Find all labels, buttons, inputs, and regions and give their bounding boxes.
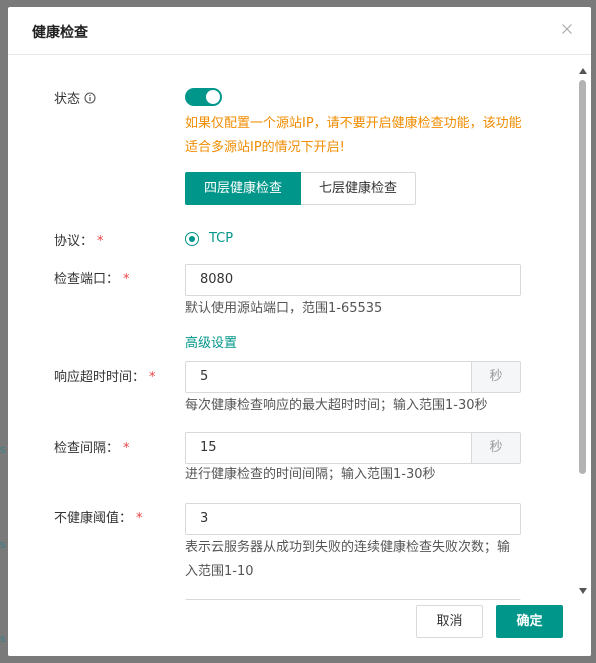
scroll-up-arrow-icon[interactable] — [579, 68, 587, 74]
timeout-unit: 秒 — [471, 361, 521, 393]
info-icon[interactable] — [84, 92, 96, 104]
required-mark: * — [97, 234, 104, 249]
scroll-down-arrow-icon[interactable] — [579, 588, 587, 594]
dialog-title: 健康检查 — [32, 25, 88, 41]
close-icon[interactable] — [559, 21, 575, 37]
protocol-label-text: 协议： — [54, 234, 94, 249]
backdrop-text: s — [0, 538, 6, 551]
timeout-hint: 每次健康检查响应的最大超时时间；输入范围1-30秒 — [185, 398, 488, 413]
backdrop-text: s — [0, 632, 6, 645]
interval-unit: 秒 — [471, 432, 521, 464]
dialog-body: 状态 如果仅配置一个源站IP，请不要开启健康检查功能，该功能适合多源站IP的情况… — [8, 56, 574, 600]
required-mark: * — [136, 511, 143, 526]
unhealthy-threshold-label: 不健康阈值： * — [54, 507, 143, 526]
port-input[interactable]: 8080 — [185, 264, 521, 296]
timeout-label-text: 响应超时时间： — [54, 370, 146, 385]
protocol-label: 协议： * — [54, 230, 104, 249]
status-warning: 如果仅配置一个源站IP，请不要开启健康检查功能，该功能适合多源站IP的情况下开启… — [185, 116, 522, 155]
status-toggle[interactable] — [185, 88, 222, 106]
timeout-input[interactable]: 5 — [185, 361, 471, 393]
tcp-radio[interactable] — [185, 232, 199, 246]
interval-hint: 进行健康检查的时间间隔；输入范围1-30秒 — [185, 467, 436, 482]
advanced-settings-link[interactable]: 高级设置 — [185, 332, 237, 351]
required-mark: * — [149, 370, 156, 385]
tcp-radio-label[interactable]: TCP — [209, 231, 233, 246]
dialog-footer: 取消 确定 — [8, 600, 591, 656]
interval-label-text: 检查间隔： — [54, 441, 120, 456]
backdrop-text: s — [0, 443, 6, 456]
cancel-button[interactable]: 取消 — [416, 605, 483, 638]
interval-label: 检查间隔： * — [54, 437, 130, 456]
timeout-label: 响应超时时间： * — [54, 366, 156, 385]
toggle-knob — [206, 90, 220, 104]
unhealthy-threshold-hint: 表示云服务器从成功到失败的连续健康检查失败次数；输入范围1-10 — [185, 540, 511, 579]
layer-tabs: 四层健康检查 七层健康检查 — [185, 172, 417, 205]
status-label-text: 状态 — [54, 92, 81, 107]
required-mark: * — [123, 272, 130, 287]
scrollbar[interactable] — [575, 56, 591, 600]
port-label-text: 检查端口： — [54, 272, 120, 287]
unhealthy-threshold-label-text: 不健康阈值： — [54, 511, 133, 526]
unhealthy-threshold-input[interactable]: 3 — [185, 503, 521, 535]
tab-layer4[interactable]: 四层健康检查 — [185, 172, 302, 205]
port-label: 检查端口： * — [54, 268, 130, 287]
health-check-dialog: 健康检查 状态 如果仅配置一个源站IP，请不要开启健康检查功能，该功能适合多源站… — [8, 7, 591, 656]
scroll-thumb[interactable] — [579, 80, 586, 474]
interval-input[interactable]: 15 — [185, 432, 471, 464]
dialog-header: 健康检查 — [8, 7, 591, 55]
confirm-button[interactable]: 确定 — [496, 605, 563, 638]
required-mark: * — [123, 441, 130, 456]
tab-layer7[interactable]: 七层健康检查 — [301, 172, 417, 205]
port-hint: 默认使用源站端口，范围1-65535 — [185, 301, 383, 316]
status-label: 状态 — [54, 88, 96, 107]
